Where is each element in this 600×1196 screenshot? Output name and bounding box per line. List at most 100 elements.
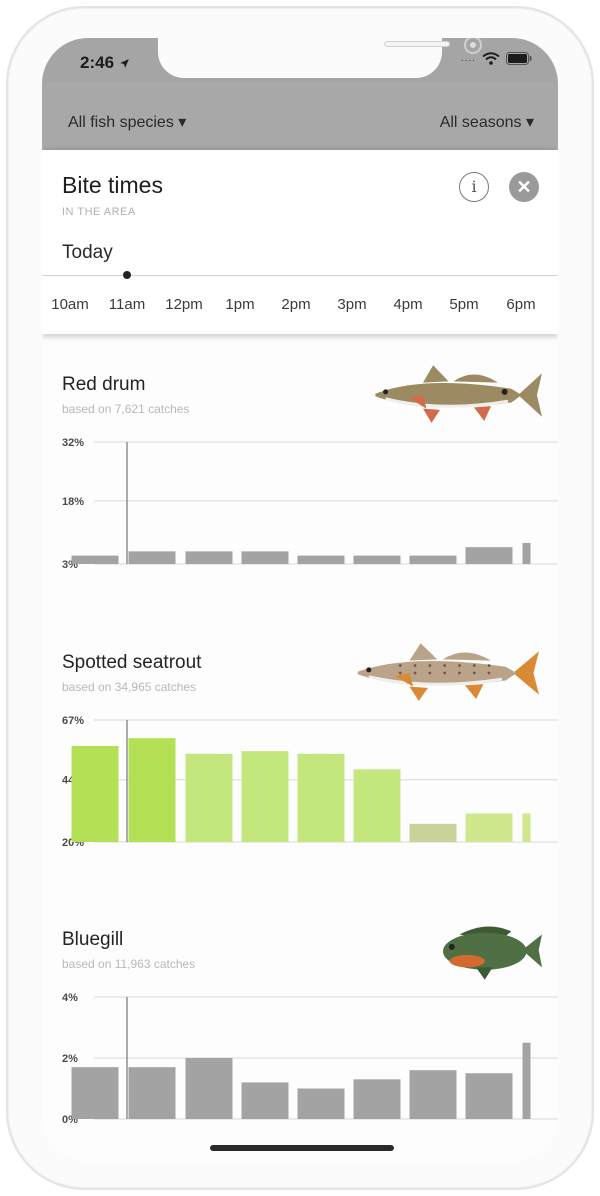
speaker-grille — [384, 41, 450, 47]
sheet-subtitle: IN THE AREA — [62, 206, 136, 218]
hour-label[interactable]: 12pm — [156, 296, 212, 313]
status-time: 2:46 — [80, 53, 130, 73]
hour-label[interactable]: 5pm — [436, 296, 492, 313]
species-catch-count: based on 34,965 catches — [62, 680, 197, 694]
fish-spot — [443, 671, 447, 675]
bar-11am[interactable] — [128, 1067, 176, 1119]
hour-label[interactable]: 11am — [99, 296, 155, 313]
species-catch-count: based on 7,621 catches — [62, 402, 190, 416]
bar-5pm[interactable] — [465, 813, 513, 842]
fish-dorsal-fin-rear — [453, 374, 498, 383]
species-name: Spotted seatrout — [62, 652, 202, 673]
y-tick-label: 18% — [62, 496, 84, 508]
red-drum-fish-icon — [375, 365, 542, 423]
bar-12pm[interactable] — [185, 551, 233, 564]
signal-dots: .... — [460, 53, 476, 64]
location-arrow-icon — [119, 59, 129, 68]
fish-anal-fin — [465, 684, 484, 700]
bar-3pm[interactable] — [353, 769, 401, 842]
bar-10am[interactable] — [71, 1067, 119, 1119]
bar-1pm[interactable] — [241, 1082, 289, 1119]
fish-spot — [398, 664, 402, 667]
y-tick-label: 2% — [62, 1053, 78, 1065]
season-filter-dropdown[interactable]: All seasons ▾ — [440, 112, 534, 132]
bar-12pm[interactable] — [185, 1058, 233, 1119]
bite-times-sheet: Bite times IN THE AREA i ✕ Today 10am 11a… — [42, 150, 558, 1162]
fish-tail — [513, 651, 539, 695]
bar-1pm[interactable] — [241, 751, 289, 842]
species-section[interactable]: Bluegill based on 11,963 catches 4% 2% 0% — [42, 926, 558, 1162]
species-name: Red drum — [62, 374, 146, 395]
bar-11am[interactable] — [128, 551, 176, 564]
bar-10am[interactable] — [71, 745, 119, 842]
info-button[interactable]: i — [459, 172, 489, 202]
fish-spot — [428, 671, 432, 675]
fish-ventral-fin — [423, 408, 440, 423]
fish-spot — [428, 664, 432, 667]
sheet-header: Bite times IN THE AREA i ✕ Today 10am 11a… — [42, 150, 558, 334]
device-notch — [158, 38, 482, 78]
sheet-title: Bite times — [62, 172, 163, 198]
bar-3pm[interactable] — [353, 555, 401, 564]
fish-anal-fin — [474, 406, 491, 422]
bar-12pm[interactable] — [185, 753, 233, 842]
hour-label[interactable]: 6pm — [493, 296, 549, 313]
bar-10am[interactable] — [71, 555, 119, 564]
fish-spot — [413, 664, 417, 667]
fish-belly — [449, 954, 485, 968]
home-indicator[interactable] — [210, 1145, 394, 1151]
hour-label[interactable]: 1pm — [212, 296, 268, 313]
bar-1pm[interactable] — [241, 551, 289, 564]
bite-chart: 4%2%0% — [62, 992, 558, 1126]
wifi-icon — [482, 52, 500, 65]
fish-spot — [398, 671, 402, 675]
species-section[interactable]: Red drum based on 7,621 catches 32% 18% 3% — [42, 365, 558, 614]
bar-2pm[interactable] — [297, 1088, 345, 1120]
y-tick-label: 67% — [62, 715, 84, 727]
status-time-text: 2:46 — [80, 53, 115, 72]
species-catch-count: based on 11,963 catches — [62, 957, 196, 971]
y-tick-label: 4% — [62, 992, 78, 1004]
bar-2pm[interactable] — [297, 753, 345, 842]
species-name: Bluegill — [62, 929, 124, 950]
fish-spot — [458, 671, 461, 675]
fish-spot — [443, 664, 447, 667]
bar-6pm[interactable] — [522, 1042, 531, 1119]
species-filter-dropdown[interactable]: All fish species ▾ — [68, 112, 186, 132]
day-label: Today — [62, 242, 113, 263]
time-slider-track[interactable] — [42, 275, 558, 276]
bluegill-fish-icon — [443, 926, 542, 980]
bar-5pm[interactable] — [465, 1073, 513, 1119]
status-bar: 2:46 .... — [42, 38, 558, 82]
fish-dorsal-fin — [423, 365, 449, 383]
hour-label[interactable]: 2pm — [268, 296, 324, 313]
fish-dorsal-fin — [409, 643, 438, 661]
bite-chart: 67%44%20% — [62, 715, 558, 849]
current-time-indicator[interactable] — [123, 271, 131, 279]
fish-spot — [472, 671, 476, 675]
fish-ventral-fin — [409, 686, 428, 701]
fish-eye — [366, 667, 372, 673]
fish-spot — [458, 664, 461, 667]
bite-chart: 32%18%3% — [62, 437, 558, 571]
app-screen: 2:46 .... All fish species ▾ All seasons… — [42, 38, 558, 1162]
species-section[interactable]: Spotted seatrout based on 34,965 catches 6… — [42, 643, 558, 892]
fish-spot — [487, 664, 491, 667]
battery-icon — [506, 52, 532, 65]
fish-spot — [413, 671, 417, 675]
bar-4pm[interactable] — [409, 823, 457, 842]
fish-eye — [448, 943, 455, 950]
bar-3pm[interactable] — [353, 1079, 401, 1119]
status-icons: .... — [461, 52, 532, 65]
bar-11am[interactable] — [128, 738, 176, 842]
bar-4pm[interactable] — [409, 1070, 457, 1119]
hour-label[interactable]: 10am — [42, 296, 98, 313]
bar-6pm[interactable] — [522, 542, 531, 564]
close-button[interactable]: ✕ — [509, 172, 539, 202]
bar-4pm[interactable] — [409, 555, 457, 564]
bar-6pm[interactable] — [522, 813, 531, 842]
hour-label[interactable]: 4pm — [380, 296, 436, 313]
bar-2pm[interactable] — [297, 555, 345, 564]
hour-label[interactable]: 3pm — [324, 296, 380, 313]
bar-5pm[interactable] — [465, 547, 513, 564]
